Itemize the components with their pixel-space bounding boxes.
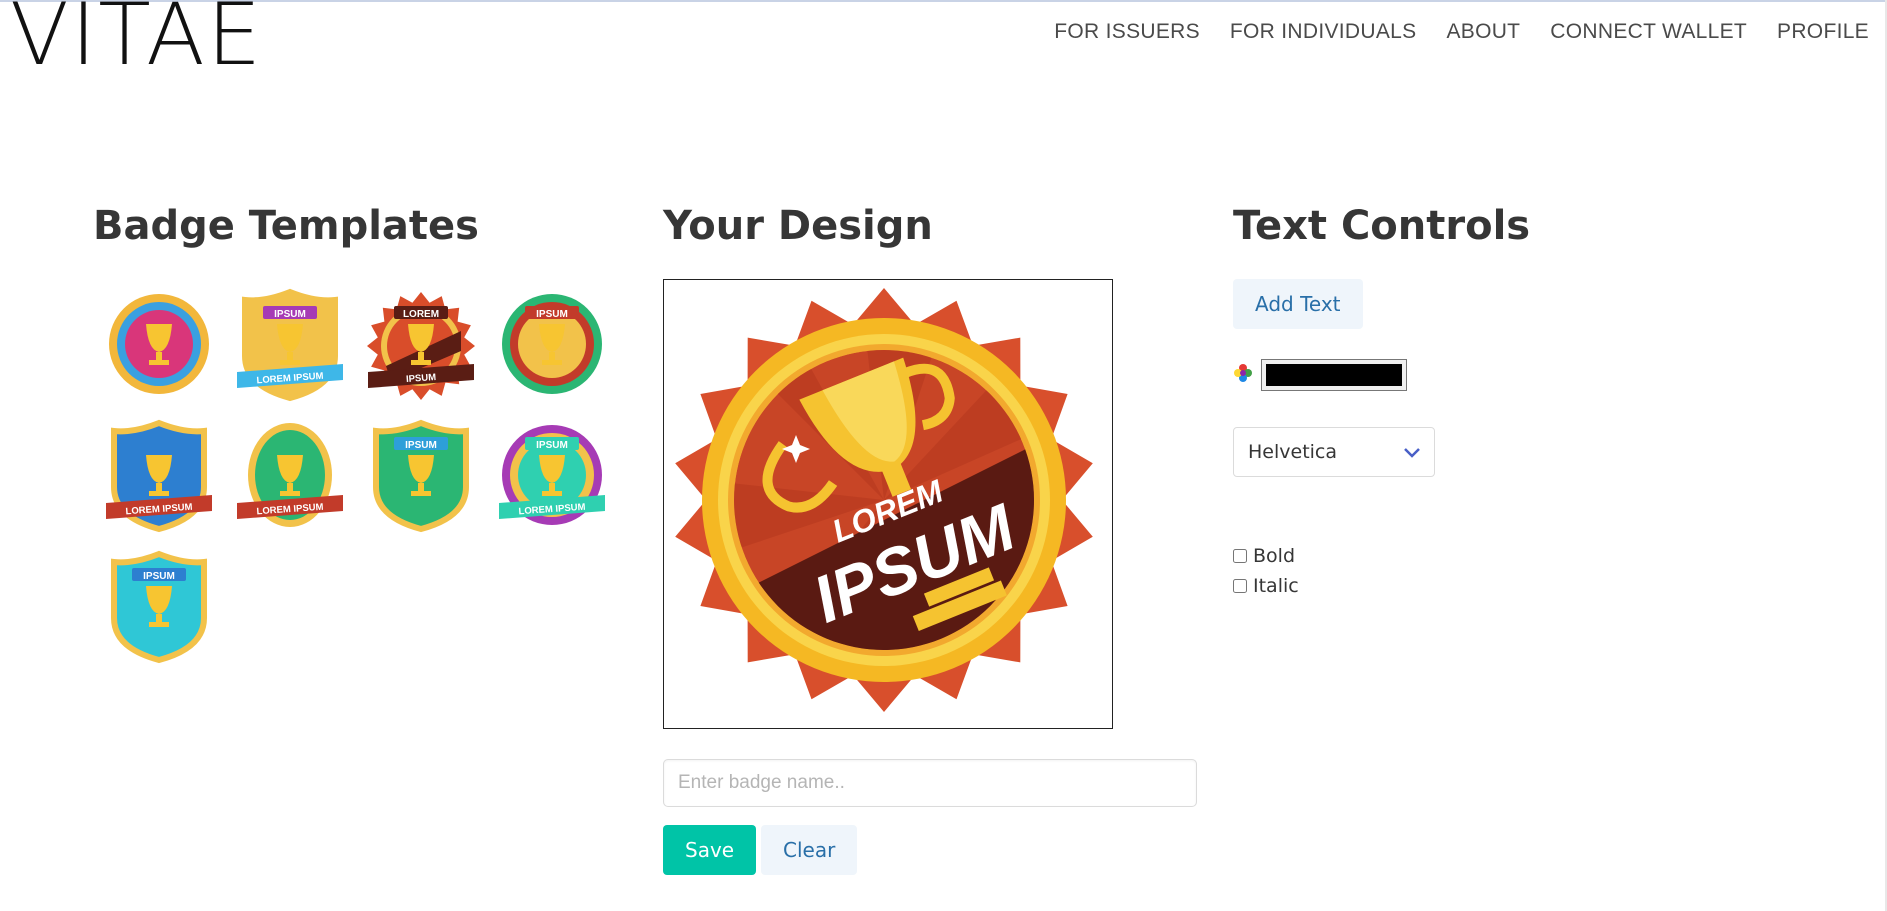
text-controls-heading: Text Controls	[1233, 203, 1531, 249]
main-nav: FOR ISSUERS FOR INDIVIDUALS ABOUT CONNEC…	[1054, 20, 1869, 44]
badge-template-4[interactable]: IPSUM	[486, 280, 617, 411]
font-select-value: Helvetica	[1248, 441, 1338, 463]
nav-for-issuers[interactable]: FOR ISSUERS	[1054, 20, 1200, 44]
svg-text:IPSUM: IPSUM	[143, 571, 175, 582]
text-color-input[interactable]	[1261, 359, 1407, 391]
badge-template-8[interactable]: IPSUM LOREM IPSUM	[486, 411, 617, 542]
italic-option[interactable]: Italic	[1233, 571, 1299, 601]
badge-name-input[interactable]	[663, 759, 1197, 807]
top-border	[0, 0, 1887, 2]
italic-label: Italic	[1253, 575, 1299, 597]
bold-option[interactable]: Bold	[1233, 541, 1299, 571]
color-picker-row	[1233, 359, 1407, 391]
nav-profile[interactable]: PROFILE	[1777, 20, 1869, 44]
templates-heading: Badge Templates	[93, 203, 479, 249]
font-select[interactable]: Helvetica	[1233, 427, 1435, 477]
svg-text:IPSUM: IPSUM	[536, 309, 568, 320]
bold-label: Bold	[1253, 545, 1295, 567]
style-checkboxes: Bold Italic	[1233, 541, 1299, 601]
nav-for-individuals[interactable]: FOR INDIVIDUALS	[1230, 20, 1417, 44]
nav-connect-wallet[interactable]: CONNECT WALLET	[1550, 20, 1747, 44]
svg-text:IPSUM: IPSUM	[536, 440, 568, 451]
badge-template-7[interactable]: IPSUM	[355, 411, 486, 542]
bold-checkbox[interactable]	[1233, 549, 1247, 563]
save-button[interactable]: Save	[663, 825, 757, 875]
clear-button[interactable]: Clear	[761, 825, 858, 875]
add-text-button[interactable]: Add Text	[1233, 279, 1363, 329]
svg-text:LOREM: LOREM	[402, 309, 438, 320]
badge-template-3[interactable]: LOREM IPSUM	[355, 280, 486, 411]
badge-template-6[interactable]: LOREM IPSUM	[224, 411, 355, 542]
template-grid: IPSUM LOREM IPSUM LOREM IPSUM IPSUM LOREM IPS…	[93, 280, 618, 673]
svg-text:IPSUM: IPSUM	[405, 371, 436, 384]
badge-template-2[interactable]: IPSUM LOREM IPSUM	[224, 280, 355, 411]
chevron-down-icon	[1404, 441, 1420, 463]
design-badge: LOREM IPSUM	[675, 288, 1093, 712]
badge-template-5[interactable]: LOREM IPSUM	[93, 411, 224, 542]
italic-checkbox[interactable]	[1233, 579, 1247, 593]
badge-template-9[interactable]: IPSUM	[93, 542, 224, 673]
nav-about[interactable]: ABOUT	[1446, 20, 1520, 44]
svg-text:IPSUM: IPSUM	[405, 440, 437, 451]
svg-text:IPSUM: IPSUM	[274, 309, 306, 320]
design-heading: Your Design	[663, 203, 933, 249]
color-wheel-icon	[1233, 363, 1253, 387]
badge-template-1[interactable]	[93, 280, 224, 411]
design-canvas[interactable]: LOREM IPSUM	[663, 279, 1113, 729]
logo[interactable]: VITAE	[10, 0, 263, 78]
